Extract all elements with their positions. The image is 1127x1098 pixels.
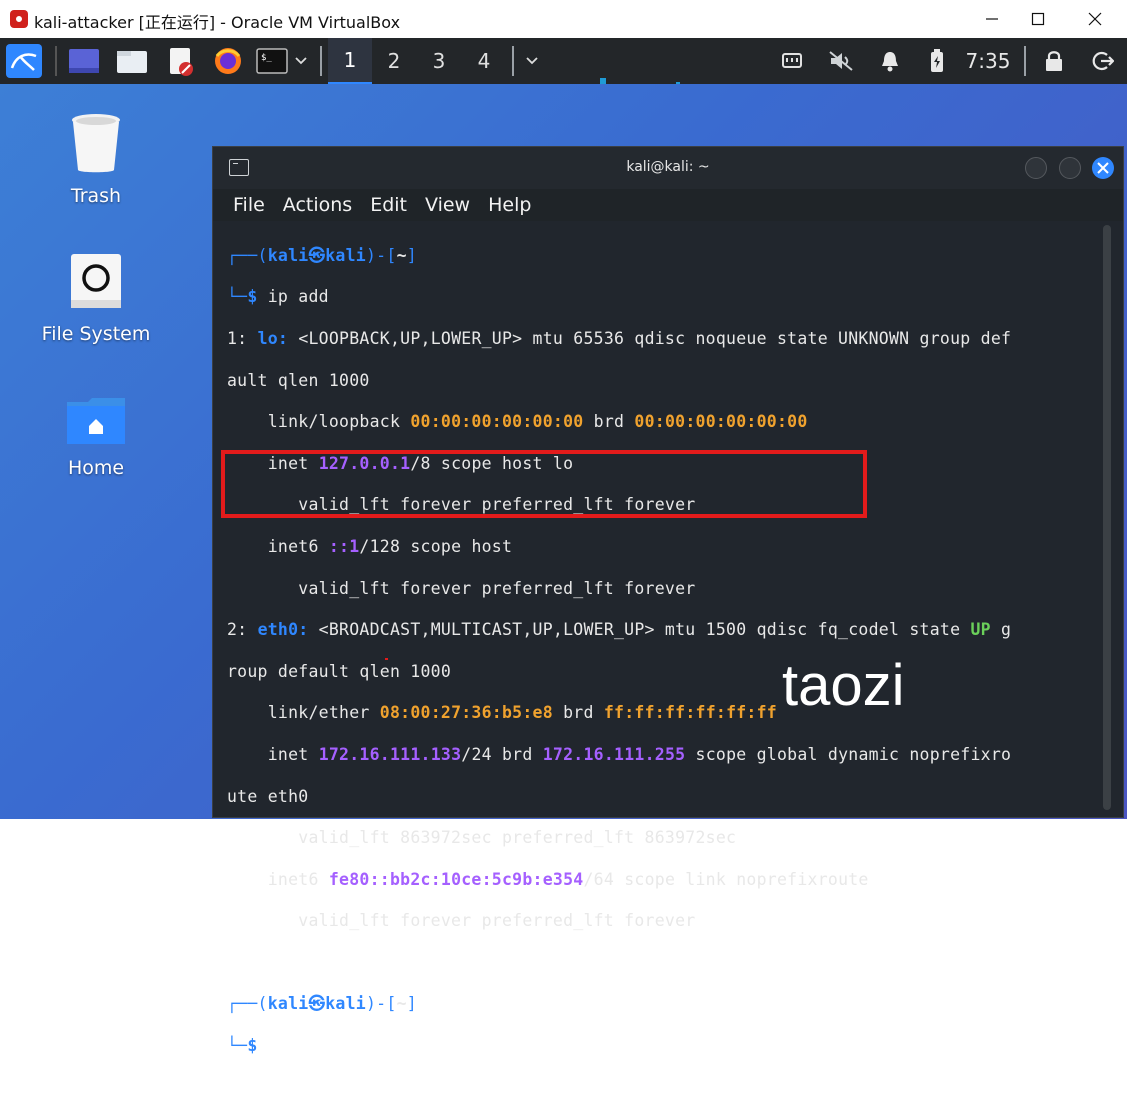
prompt-line: ┌──(kali㉿kali)-[~] — [227, 994, 417, 1014]
prompt-dir: ~ — [396, 245, 407, 265]
output-line: ute eth0 — [227, 786, 309, 806]
text-cursor — [267, 1036, 279, 1055]
menu-actions[interactable]: Actions — [283, 194, 352, 216]
menu-help[interactable]: Help — [488, 194, 531, 216]
minimize-button[interactable] — [969, 0, 1015, 38]
logout-button[interactable] — [1086, 38, 1120, 84]
desktop-icon-label: Home — [67, 457, 125, 479]
text-editor-button[interactable] — [162, 38, 198, 84]
terminal-icon: $_ — [256, 48, 288, 74]
volume-muted-icon — [829, 51, 853, 71]
output-line: ault qlen 1000 — [227, 370, 370, 390]
terminal-title: kali@kali: ~ — [626, 159, 710, 175]
firefox-icon — [215, 48, 241, 74]
terminal-minimize-button[interactable] — [1025, 157, 1047, 179]
output-line: 2: eth0: <BROADCAST,MULTICAST,UP,LOWER_U… — [227, 620, 1012, 640]
desktop-icon-label: File System — [41, 323, 151, 345]
kali-menu-icon — [6, 44, 42, 78]
close-icon — [1097, 162, 1109, 174]
kali-menu-button[interactable] — [4, 38, 44, 84]
maximize-icon — [1031, 12, 1045, 26]
output-line: link/ether 08:00:27:36:b5:e8 brd ff:ff:f… — [267, 703, 777, 723]
terminal-scrollbar[interactable] — [1103, 225, 1111, 810]
battery-icon — [931, 49, 943, 72]
kali-top-panel: $_ 1 2 3 4 7:35 — [0, 38, 1127, 120]
workspace-1[interactable]: 1 — [328, 38, 372, 84]
workspace-2[interactable]: 2 — [372, 38, 416, 84]
file-manager-button[interactable] — [114, 38, 150, 84]
close-window-button[interactable] — [1072, 0, 1118, 38]
close-icon — [1088, 12, 1102, 26]
desktop-icon-home[interactable]: Home — [36, 396, 156, 479]
svg-text:$_: $_ — [261, 53, 272, 63]
terminal-launcher-button[interactable]: $_ — [252, 38, 312, 84]
menu-view[interactable]: View — [425, 194, 470, 216]
drive-icon — [71, 254, 121, 308]
terminal-titlebar[interactable]: kali@kali: ~ — [213, 147, 1123, 189]
output-line: link/loopback 00:00:00:00:00:00 brd 00:0… — [267, 412, 808, 432]
prompt-host: kali — [325, 245, 366, 265]
trash-icon — [72, 114, 120, 173]
output-line: roup default qlen 1000 — [227, 661, 452, 681]
desktop-icon-label: Trash — [70, 185, 122, 207]
host-window-title: kali-attacker [正在运行] - Oracle VM Virtual… — [34, 13, 401, 32]
host-window-titlebar: kali-attacker [正在运行] - Oracle VM Virtual… — [0, 0, 1127, 39]
window-list-dropdown[interactable] — [518, 38, 546, 84]
command-text: ip add — [267, 287, 329, 307]
volume-button[interactable] — [822, 38, 860, 84]
command-line: └─$ — [227, 1036, 1097, 1057]
watermark-text: taozi — [782, 653, 905, 718]
output-line: valid_lft forever preferred_lft forever — [298, 911, 696, 931]
prompt-line: ┌──(kali㉿kali)-[~] — [227, 245, 417, 265]
chevron-down-icon — [295, 57, 307, 65]
notification-bell-icon — [882, 52, 898, 72]
network-icon — [782, 53, 802, 68]
menu-file[interactable]: File — [233, 194, 265, 216]
red-highlight-box — [221, 450, 867, 518]
output-line: inet6 ::1/128 scope host — [267, 536, 513, 556]
output-line: inet 172.16.111.133/24 brd 172.16.111.25… — [267, 744, 1012, 764]
output-line: inet6 fe80::bb2c:10ce:5c9b:e354/64 scope… — [267, 869, 869, 889]
output-line: valid_lft 863972sec preferred_lft 863972… — [298, 828, 737, 848]
maximize-button[interactable] — [1015, 0, 1061, 38]
battery-button[interactable] — [920, 38, 954, 84]
red-mark — [385, 658, 388, 660]
menu-edit[interactable]: Edit — [370, 194, 407, 216]
chevron-down-icon — [526, 57, 538, 65]
minimize-icon — [986, 18, 998, 20]
workspace-3[interactable]: 3 — [417, 38, 461, 84]
virtualbox-app-icon — [10, 10, 28, 28]
show-desktop-button[interactable] — [66, 38, 102, 84]
show-desktop-icon — [69, 49, 99, 73]
output-line: valid_lft forever preferred_lft forever — [298, 578, 696, 598]
prompt-user: kali — [267, 245, 309, 265]
lock-icon — [1046, 51, 1062, 71]
notifications-button[interactable] — [872, 38, 908, 84]
terminal-close-button[interactable] — [1092, 157, 1114, 179]
terminal-maximize-button[interactable] — [1059, 157, 1081, 179]
workspace-4[interactable]: 4 — [462, 38, 506, 84]
output-line: 1: lo: <LOOPBACK,UP,LOWER_UP> mtu 65536 … — [227, 328, 1012, 348]
network-button[interactable] — [774, 38, 810, 84]
file-manager-icon — [117, 51, 147, 73]
desktop-icon-file-system[interactable]: File System — [36, 252, 156, 345]
clock[interactable]: 7:35 — [960, 38, 1016, 84]
lock-screen-button[interactable] — [1038, 38, 1070, 84]
home-folder-icon — [67, 398, 125, 444]
terminal-menubar: File Actions Edit View Help — [213, 189, 1123, 221]
command-line: └─$ ip add — [227, 287, 329, 307]
desktop-icon-trash[interactable]: Trash — [36, 112, 156, 207]
logout-icon — [1092, 51, 1114, 71]
firefox-button[interactable] — [210, 38, 246, 84]
text-editor-icon — [170, 48, 193, 76]
